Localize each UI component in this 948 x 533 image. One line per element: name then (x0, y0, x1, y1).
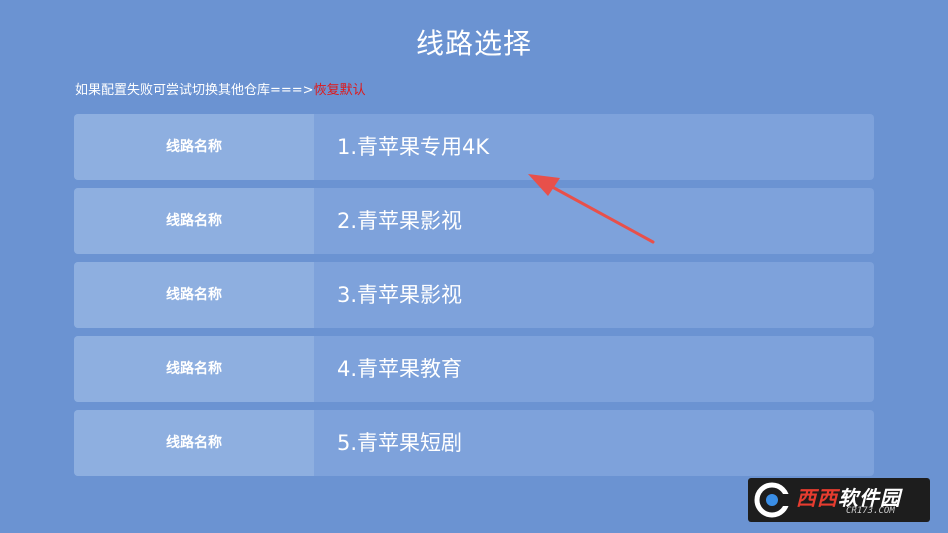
page-title: 线路选择 (415, 27, 532, 60)
route-label: 线路名称 (74, 410, 314, 476)
route-item-1[interactable]: 线路名称 1.青苹果专用4K (74, 114, 874, 180)
route-item-2[interactable]: 线路名称 2.青苹果影视 (74, 188, 874, 254)
route-name: 1.青苹果专用4K (337, 135, 490, 159)
hint-text: 如果配置失败可尝试切换其他仓库===> (75, 83, 314, 98)
route-item-5[interactable]: 线路名称 5.青苹果短剧 (74, 410, 874, 476)
site-watermark: 西西软件园 CR173.COM (748, 478, 930, 522)
route-name: 5.青苹果短剧 (337, 431, 463, 455)
route-label: 线路名称 (74, 262, 314, 328)
watermark-site: CR173.COM (846, 506, 895, 516)
watermark-logo-icon (754, 482, 790, 518)
route-item-4[interactable]: 线路名称 4.青苹果教育 (74, 336, 874, 402)
route-name: 3.青苹果影视 (337, 283, 463, 307)
reset-default-link[interactable]: 恢复默认 (314, 83, 366, 98)
route-label: 线路名称 (74, 114, 314, 180)
route-name: 4.青苹果教育 (337, 357, 463, 381)
route-name: 2.青苹果影视 (337, 209, 463, 233)
route-label: 线路名称 (74, 188, 314, 254)
route-label: 线路名称 (74, 336, 314, 402)
route-list: 线路名称 1.青苹果专用4K 线路名称 2.青苹果影视 线路名称 3.青苹果影视… (74, 114, 874, 484)
watermark-brand-highlight: 西西 (796, 486, 838, 510)
hint-line: 如果配置失败可尝试切换其他仓库===>恢复默认 (75, 79, 366, 98)
route-item-3[interactable]: 线路名称 3.青苹果影视 (74, 262, 874, 328)
